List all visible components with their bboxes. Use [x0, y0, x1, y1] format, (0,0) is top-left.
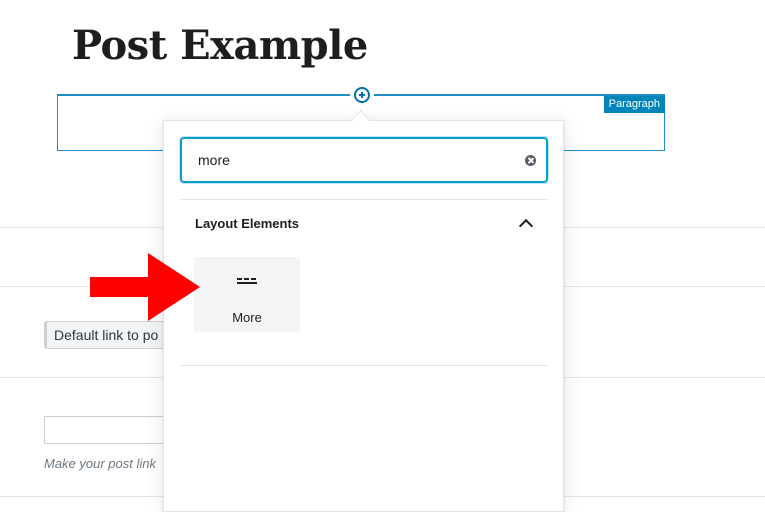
separator: [180, 365, 548, 366]
block-type-badge: Paragraph: [603, 96, 665, 113]
section-toggle[interactable]: Layout Elements: [195, 216, 535, 234]
separator: [180, 199, 548, 200]
more-icon: [237, 278, 257, 284]
post-title[interactable]: Post Example: [72, 22, 368, 69]
plus-circle-icon: [354, 87, 370, 103]
add-block-button[interactable]: [350, 83, 374, 107]
block-item-label: More: [232, 310, 262, 325]
section-title: Layout Elements: [195, 216, 300, 231]
search-value: more: [198, 152, 230, 168]
search-input[interactable]: more: [180, 137, 548, 183]
red-arrow-icon: [90, 253, 200, 321]
clear-search-icon[interactable]: [525, 154, 536, 166]
chevron-up-icon: [518, 218, 534, 234]
block-inserter-popover: more Layout Elements More: [163, 120, 564, 512]
block-item-more[interactable]: More: [194, 257, 300, 332]
help-text: Make your post link: [44, 456, 156, 471]
